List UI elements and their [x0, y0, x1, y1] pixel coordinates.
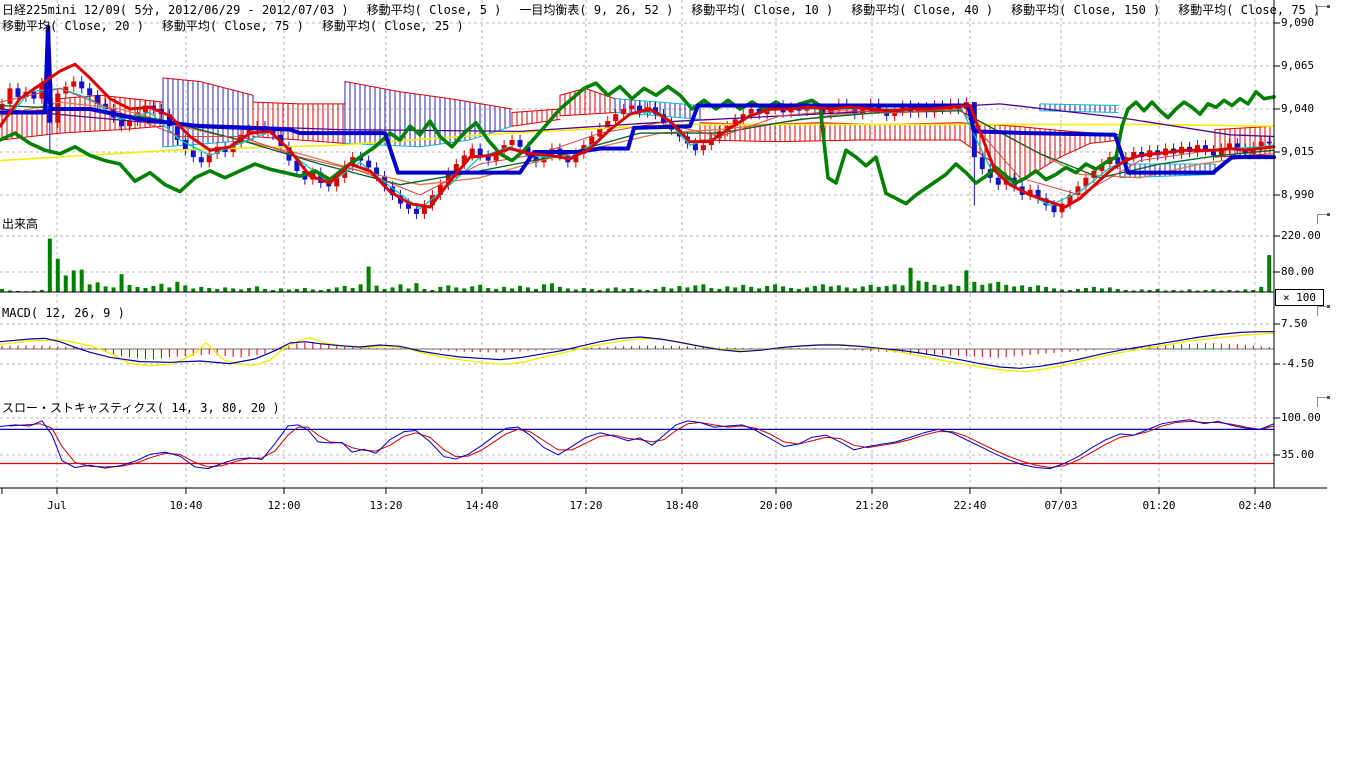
- cloud-upper-border: [512, 109, 560, 112]
- price-axis-label: 9,065: [1281, 60, 1314, 72]
- macd-panel-grip-icon[interactable]: [1317, 306, 1328, 316]
- chart-canvas[interactable]: 日経225mini 12/09( 5分, 2012/06/29 - 2012/0…: [0, 0, 1366, 525]
- charting-app-window: 日経225mini 12/09( 5分, 2012/06/29 - 2012/0…: [0, 0, 1366, 768]
- indicator-header-row1: 日経225mini 12/09( 5分, 2012/06/29 - 2012/0…: [2, 1, 1338, 18]
- volume-axis-label: 80.00: [1281, 266, 1314, 278]
- time-axis-label: 22:40: [938, 499, 1002, 512]
- macd-line: [0, 332, 1274, 369]
- stoch-panel-grip-icon[interactable]: [1317, 397, 1328, 407]
- volume-panel-grip-icon[interactable]: [1317, 214, 1328, 224]
- price-axis-label: 8,990: [1281, 189, 1314, 201]
- indicator-label: 移動平均( Close, 5 ): [367, 3, 502, 17]
- price-panel-grip-icon[interactable]: [1317, 6, 1328, 16]
- cloud-lower-border: [560, 112, 615, 115]
- macd-panel-label: MACD( 12, 26, 9 ): [2, 306, 125, 320]
- indicator-label: 移動平均( Close, 40 ): [851, 3, 993, 17]
- stoch-axis-label: 35.00: [1281, 449, 1314, 461]
- price-axis-label: 9,040: [1281, 103, 1314, 115]
- cloud-upper-border: [1040, 104, 1118, 106]
- indicator-label: 移動平均( Close, 10 ): [691, 3, 833, 17]
- indicator-label: 移動平均( Close, 75 ): [1178, 3, 1320, 17]
- stoch-axis-label: 100.00: [1281, 412, 1321, 424]
- ma10-cyan: [0, 88, 1274, 208]
- macd-signal-line: [0, 333, 1274, 371]
- time-axis-label: Jul: [25, 499, 89, 512]
- time-axis-label: 14:40: [450, 499, 514, 512]
- time-axis-label: 10:40: [154, 499, 218, 512]
- ma75-green: [0, 83, 1274, 203]
- volume-multiplier-badge: × 100: [1275, 289, 1324, 306]
- time-axis-label: 20:00: [744, 499, 808, 512]
- time-axis-label: 02:40: [1223, 499, 1287, 512]
- volume-panel-label: 出来高: [2, 215, 38, 232]
- time-axis-label: 18:40: [650, 499, 714, 512]
- price-axis-label: 9,090: [1281, 17, 1314, 29]
- time-axis-label: 13:20: [354, 499, 418, 512]
- indicator-label: 移動平均( Close, 25 ): [322, 19, 464, 33]
- cloud-lower-border: [1040, 111, 1118, 113]
- time-axis-label: 21:20: [840, 499, 904, 512]
- cloud-lower-border: [253, 137, 345, 144]
- indicator-label: 移動平均( Close, 20 ): [2, 19, 144, 33]
- macd-axis-label: -4.50: [1281, 358, 1314, 370]
- stochastics-panel-label: スロー・ストキャスティクス( 14, 3, 80, 20 ): [2, 399, 280, 416]
- cloud-upper-border: [253, 102, 345, 104]
- stoch-d-line: [10, 421, 1274, 467]
- volume-axis-label: 220.00: [1281, 230, 1321, 242]
- indicator-header-row2: 移動平均( Close, 20 ) 移動平均( Close, 75 ) 移動平均( …: [2, 17, 482, 34]
- indicator-label: 移動平均( Close, 150 ): [1011, 3, 1160, 17]
- cloud-lower-border: [512, 119, 560, 126]
- volume-series: [0, 239, 1271, 293]
- chart-plot-area: [0, 0, 1366, 525]
- stoch-k-line: [0, 420, 1274, 469]
- instrument-title: 日経225mini 12/09( 5分, 2012/06/29 - 2012/0…: [2, 3, 349, 17]
- indicator-label: 一目均衡表( 9, 26, 52 ): [519, 3, 673, 17]
- macd-axis-label: 7.50: [1281, 318, 1308, 330]
- indicator-label: 移動平均( Close, 75 ): [162, 19, 304, 33]
- time-axis-label: 17:20: [554, 499, 618, 512]
- cloud-lower-border: [700, 140, 960, 142]
- price-axis-label: 9,015: [1281, 146, 1314, 158]
- time-axis-label: 07/03: [1029, 499, 1093, 512]
- time-axis-label: 01:20: [1127, 499, 1191, 512]
- time-axis-label: 12:00: [252, 499, 316, 512]
